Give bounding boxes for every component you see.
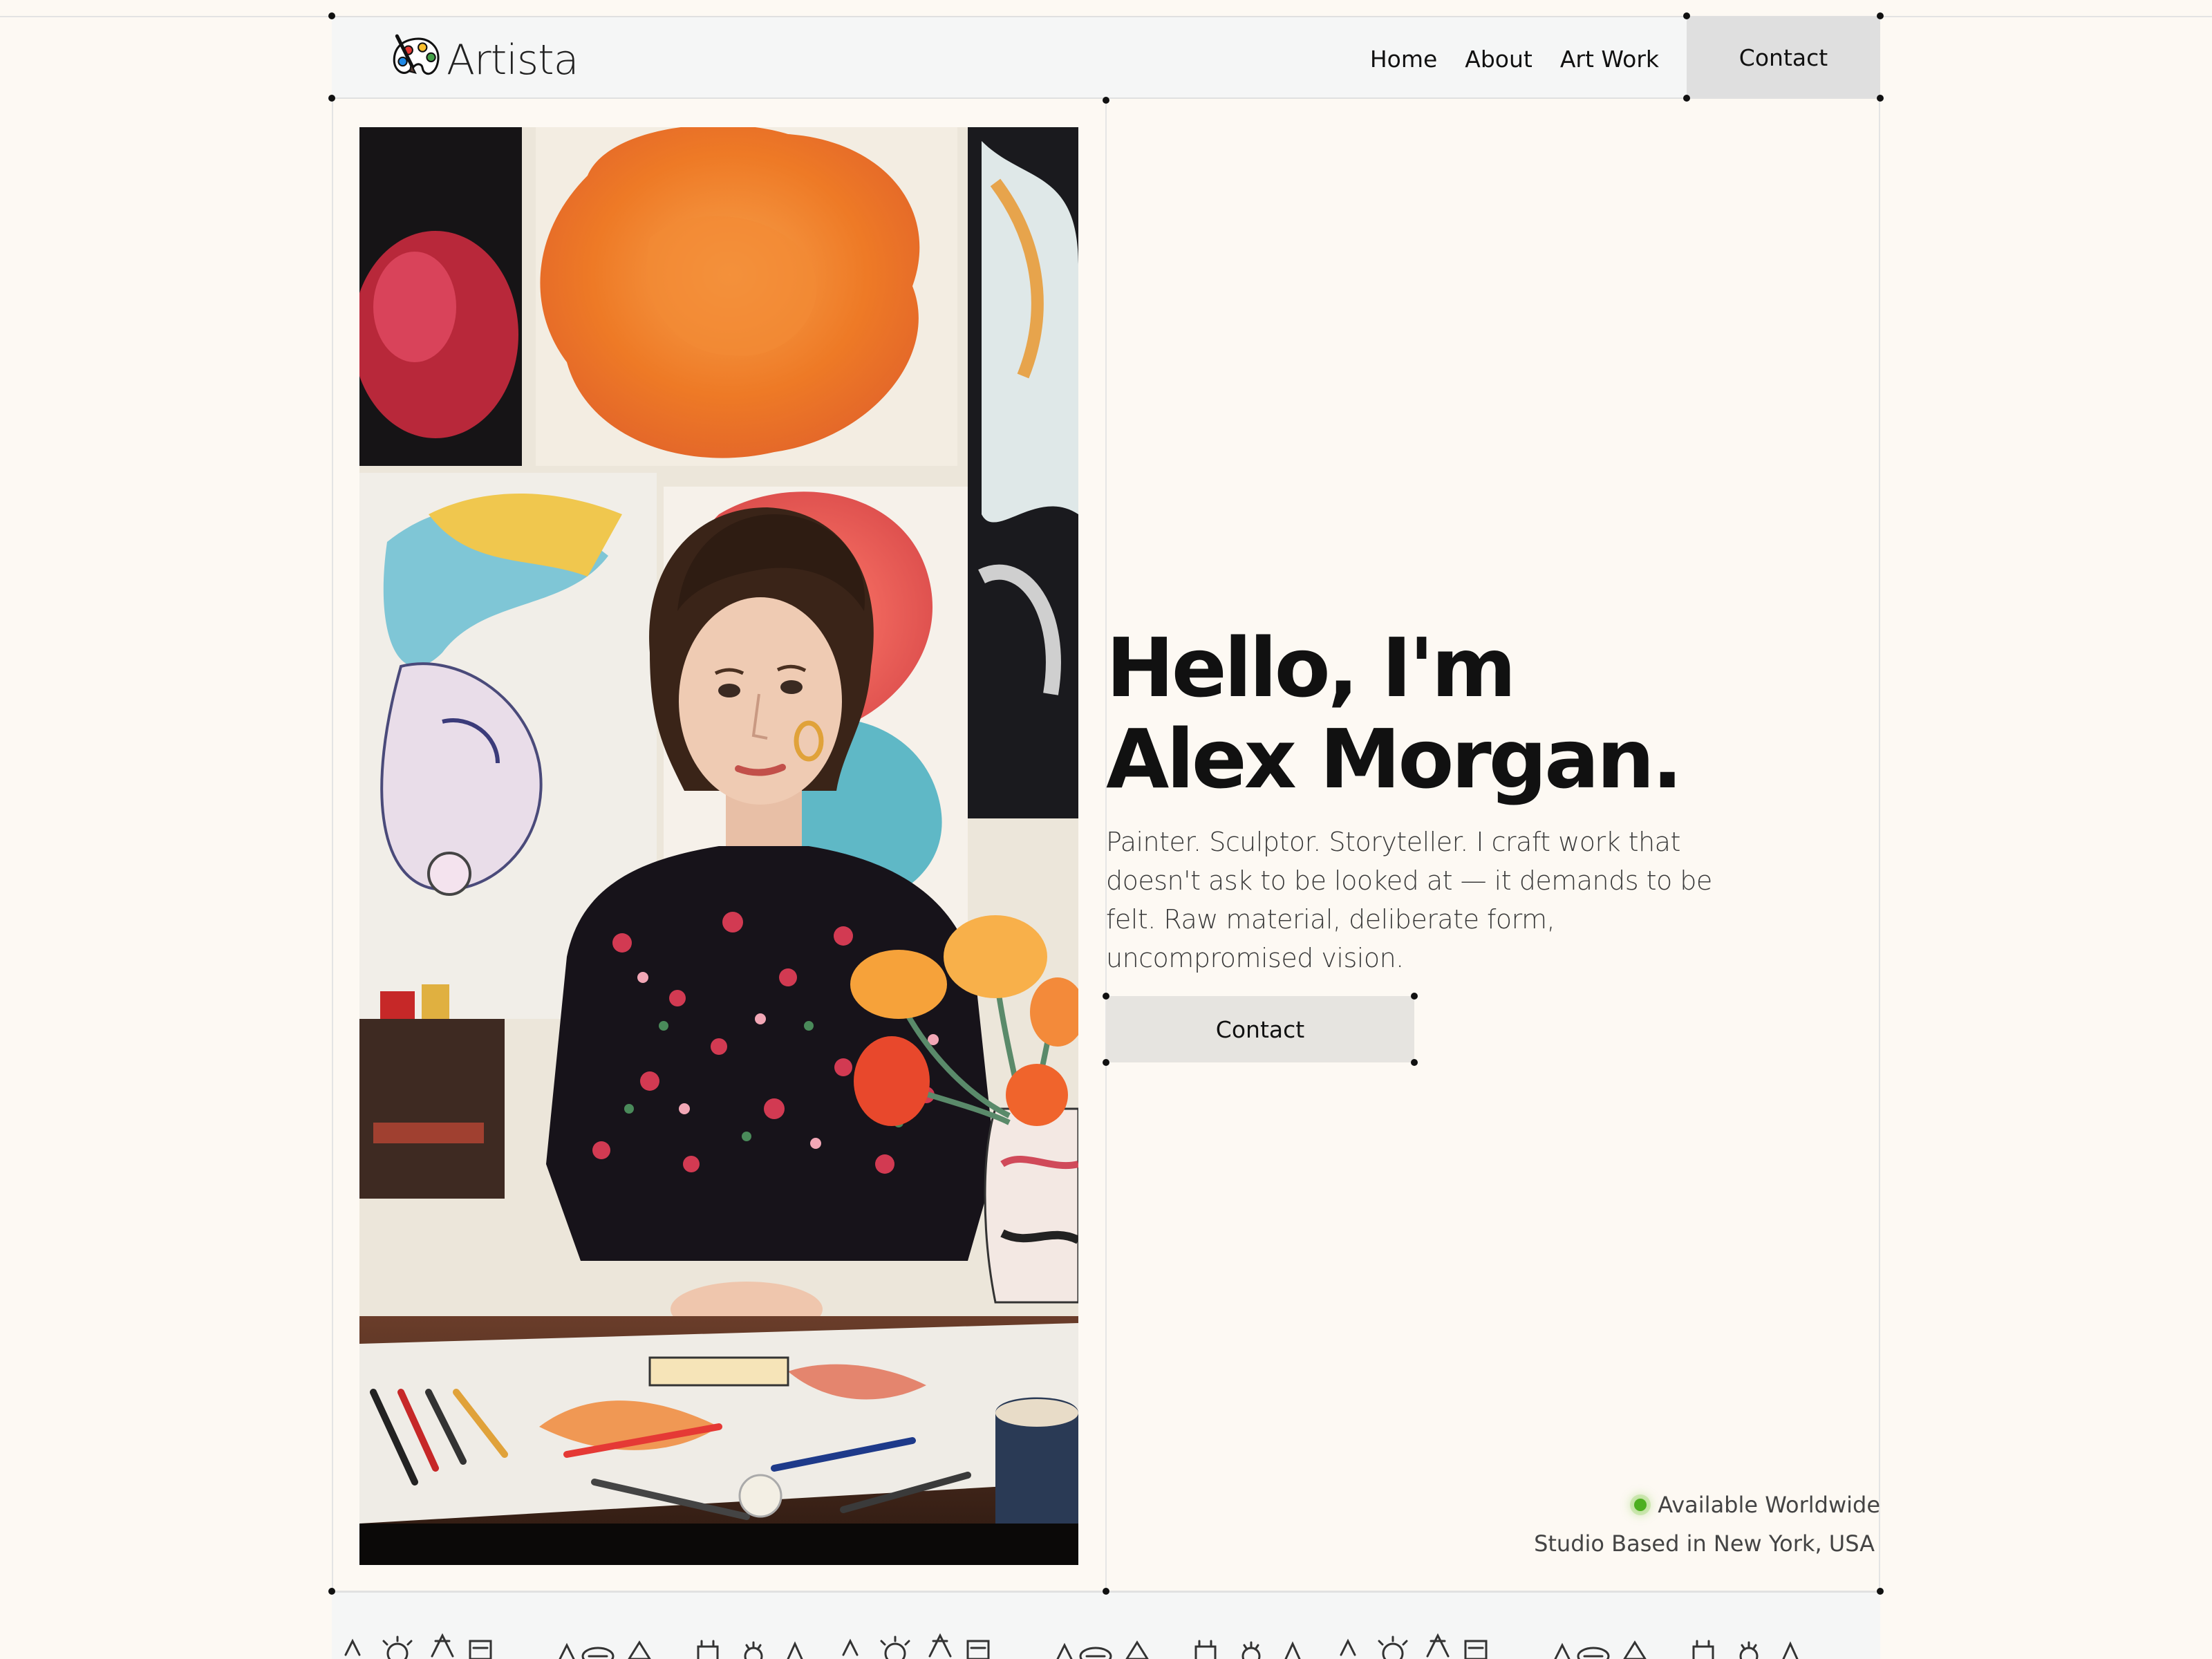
handle (1877, 12, 1884, 19)
nav-contact-button[interactable]: Contact (1687, 17, 1880, 97)
status-indicator-icon (1634, 1499, 1647, 1511)
handle (1411, 1059, 1418, 1066)
handle (1103, 97, 1109, 104)
handle (1683, 12, 1690, 19)
brand-name: Artista (447, 36, 579, 84)
handle (1877, 1588, 1884, 1595)
handle (1103, 1588, 1109, 1595)
handle (1103, 1059, 1109, 1066)
hero-title-line-1: Hello, I'm (1106, 620, 1517, 715)
nav-link-about[interactable]: About (1465, 46, 1533, 73)
navbar: Artista Home About Art Work Contact (332, 16, 1880, 99)
handle (1411, 993, 1418, 1000)
nav-links: Home About Art Work (1370, 17, 1659, 100)
artist-portrait-image (359, 127, 1078, 1565)
handle (328, 1588, 335, 1595)
handle (1103, 993, 1109, 1000)
availability-text: Available Worldwide (1658, 1492, 1880, 1518)
handle (1683, 95, 1690, 102)
nav-link-art-work[interactable]: Art Work (1560, 46, 1659, 73)
palette-brush-icon (393, 34, 440, 75)
studio-location: Studio Based in New York, USA (1534, 1530, 1875, 1557)
nav-link-home[interactable]: Home (1370, 46, 1437, 73)
availability-status: Available Worldwide (1634, 1492, 1880, 1518)
doodle-pattern-icon (344, 1633, 1799, 1659)
hero-contact-button[interactable]: Contact (1106, 996, 1414, 1062)
hero-description: Painter. Sculptor. Storyteller. I craft … (1106, 827, 1712, 973)
hero-title: Hello, I'm Alex Morgan. (1106, 622, 1866, 805)
brand[interactable]: Artista (387, 31, 579, 89)
handle (328, 95, 335, 102)
handle (1877, 95, 1884, 102)
hero-title-line-2: Alex Morgan. (1106, 711, 1683, 807)
doodle-strip (332, 1591, 1880, 1659)
handle (328, 12, 335, 19)
